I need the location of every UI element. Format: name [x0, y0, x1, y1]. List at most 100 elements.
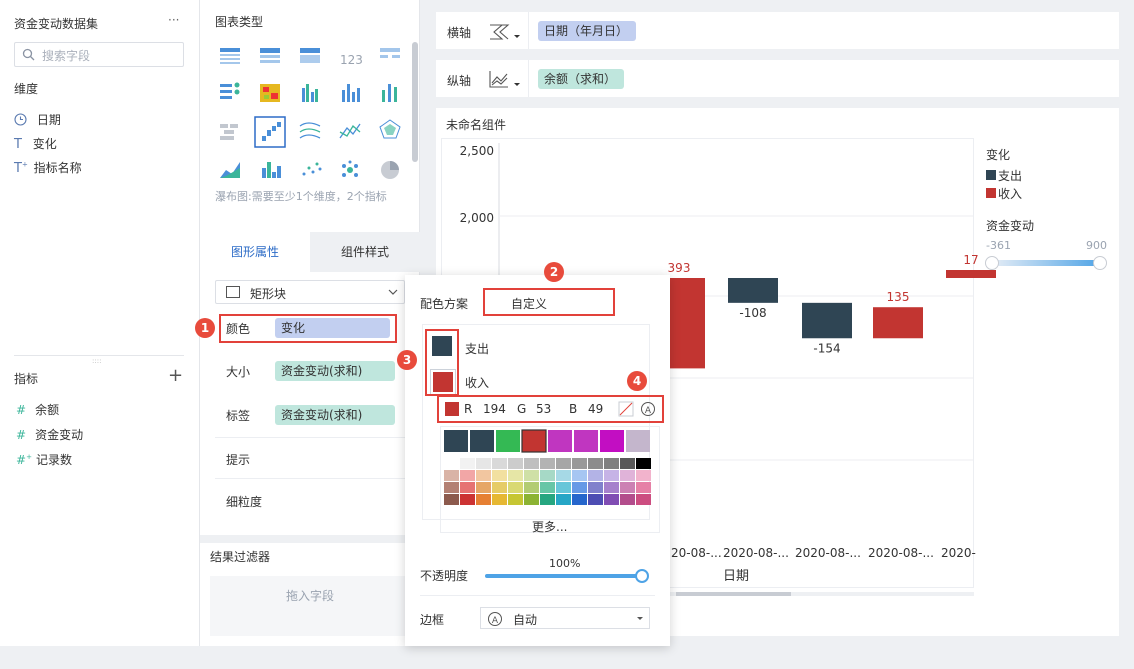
- dim-item-change[interactable]: T 变化: [14, 135, 57, 152]
- x-tick-label: 2020-: [941, 546, 976, 560]
- size-field-pill[interactable]: 资金变动(求和): [275, 361, 395, 381]
- search-input[interactable]: 搜索字段: [14, 42, 184, 67]
- granularity-label[interactable]: 细粒度: [226, 493, 262, 510]
- tag-field-pill[interactable]: 资金变动(求和): [275, 405, 395, 425]
- palette-color: [508, 470, 523, 481]
- size-label: 大小: [226, 365, 251, 379]
- shape-select[interactable]: 矩形块: [215, 280, 405, 304]
- divider: [215, 437, 405, 438]
- data-label: 393: [668, 261, 691, 275]
- tab-component-style[interactable]: 组件样式: [310, 232, 420, 272]
- palette-color: [636, 470, 651, 481]
- y-axis-bar: 纵轴 余额（求和）: [436, 60, 1119, 97]
- legend-label: 收入: [998, 187, 1023, 201]
- palette[interactable]: 更多...: [440, 426, 660, 535]
- palette-color: [620, 482, 635, 493]
- opacity-label: 不透明度: [420, 569, 469, 583]
- measure-label: 余额: [35, 403, 60, 417]
- measure-item-change[interactable]: # 资金变动: [16, 426, 83, 443]
- palette-color: [460, 470, 475, 481]
- palette-color: [492, 482, 507, 493]
- border-value: 自动: [513, 613, 538, 627]
- measure-label: 资金变动: [35, 428, 84, 442]
- measure-item-count[interactable]: #+ 记录数: [16, 451, 72, 468]
- tab-shape-properties[interactable]: 图形属性: [200, 232, 310, 272]
- chart-type-grid[interactable]: 123: [212, 42, 402, 187]
- h-scrollbar[interactable]: [666, 592, 974, 596]
- dim-item-indicator[interactable]: T+ 指标名称: [14, 159, 82, 176]
- border-label: 边框: [420, 613, 445, 627]
- y-tick-label: 2,500: [460, 144, 494, 158]
- measure-item-balance[interactable]: # 余额: [16, 401, 59, 418]
- tooltip-label[interactable]: 提示: [226, 451, 250, 468]
- palette-color: [620, 470, 635, 481]
- palette-color: [588, 482, 603, 493]
- range-handle-max[interactable]: [1093, 256, 1107, 270]
- divider: [420, 595, 655, 596]
- x-axis-pill[interactable]: 日期（年月日）: [538, 21, 636, 41]
- palette-color: [588, 470, 603, 481]
- opacity-value: 100%: [549, 557, 581, 570]
- measure-label: 记录数: [35, 453, 72, 467]
- palette-color: [444, 482, 459, 493]
- scatter-icon: [302, 162, 322, 176]
- table-icon: [220, 48, 240, 64]
- data-label: 17: [963, 253, 978, 267]
- range-slider-track[interactable]: [990, 260, 1102, 266]
- h-scrollbar-thumb[interactable]: [676, 592, 791, 596]
- shape-value: 矩形块: [250, 287, 287, 301]
- palette-color: [588, 458, 603, 469]
- palette-color: [556, 482, 571, 493]
- waterfall-bar: [728, 278, 778, 303]
- more-colors-link[interactable]: 更多...: [532, 518, 567, 535]
- legend-swatch-expense: [986, 170, 996, 180]
- palette-color: [524, 494, 539, 505]
- line-type-icon[interactable]: [488, 69, 522, 91]
- radar-icon: [379, 119, 401, 139]
- more-icon[interactable]: ···: [168, 13, 179, 27]
- hash-plus-icon: #+: [16, 453, 32, 467]
- y-axis-pill[interactable]: 余额（求和）: [538, 69, 624, 89]
- x-tick-label: 2020-08-...: [868, 546, 934, 560]
- stacked-bar-icon: [382, 84, 397, 102]
- hash-icon: #: [16, 428, 27, 442]
- palette-color: [524, 470, 539, 481]
- palette-color: [444, 458, 459, 469]
- measures-title: 指标: [14, 372, 39, 386]
- dim-item-date[interactable]: 日期: [14, 111, 61, 128]
- palette-color: [476, 482, 491, 493]
- palette-color: [572, 470, 587, 481]
- palette-color: [524, 458, 539, 469]
- section-gap: [200, 535, 420, 543]
- add-icon[interactable]: +: [168, 365, 183, 386]
- palette-color: [572, 494, 587, 505]
- border-select[interactable]: A 自动: [480, 607, 650, 629]
- splitter[interactable]: [14, 355, 184, 356]
- x-tick-label: 2020-08-...: [723, 546, 789, 560]
- auto-icon: A: [488, 612, 502, 626]
- waterfall-type-icon[interactable]: [488, 21, 522, 43]
- opacity-handle[interactable]: [635, 569, 649, 583]
- text-plus-icon: T+: [14, 160, 28, 176]
- left-panel: 资金变动数据集 ··· 搜索字段 维度 日期 T 变化 T+ 指标名称 ::::…: [0, 0, 200, 646]
- range-handle-min[interactable]: [985, 256, 999, 270]
- heatmap-icon: [260, 84, 280, 102]
- palette-color: [604, 494, 619, 505]
- x-axis-title: 日期: [723, 569, 750, 584]
- search-placeholder: 搜索字段: [42, 49, 91, 63]
- range-legend-title: 资金变动: [986, 219, 1035, 233]
- filter-drop-zone[interactable]: 拖入字段: [210, 576, 410, 636]
- chart-type-scrollbar[interactable]: [412, 42, 418, 162]
- bubble-icon: [342, 160, 358, 177]
- palette-color: [476, 494, 491, 505]
- palette-color: [604, 458, 619, 469]
- x-tick-label: 20-08-...: [671, 546, 722, 560]
- drag-handle-icon[interactable]: ::::: [92, 357, 101, 365]
- line-icon: [299, 122, 321, 139]
- divider: [528, 12, 529, 49]
- number-icon: 123: [340, 53, 363, 67]
- palette-color: [588, 494, 603, 505]
- opacity-slider[interactable]: [485, 574, 643, 578]
- palette-color: [556, 458, 571, 469]
- dimensions-title: 维度: [14, 82, 39, 96]
